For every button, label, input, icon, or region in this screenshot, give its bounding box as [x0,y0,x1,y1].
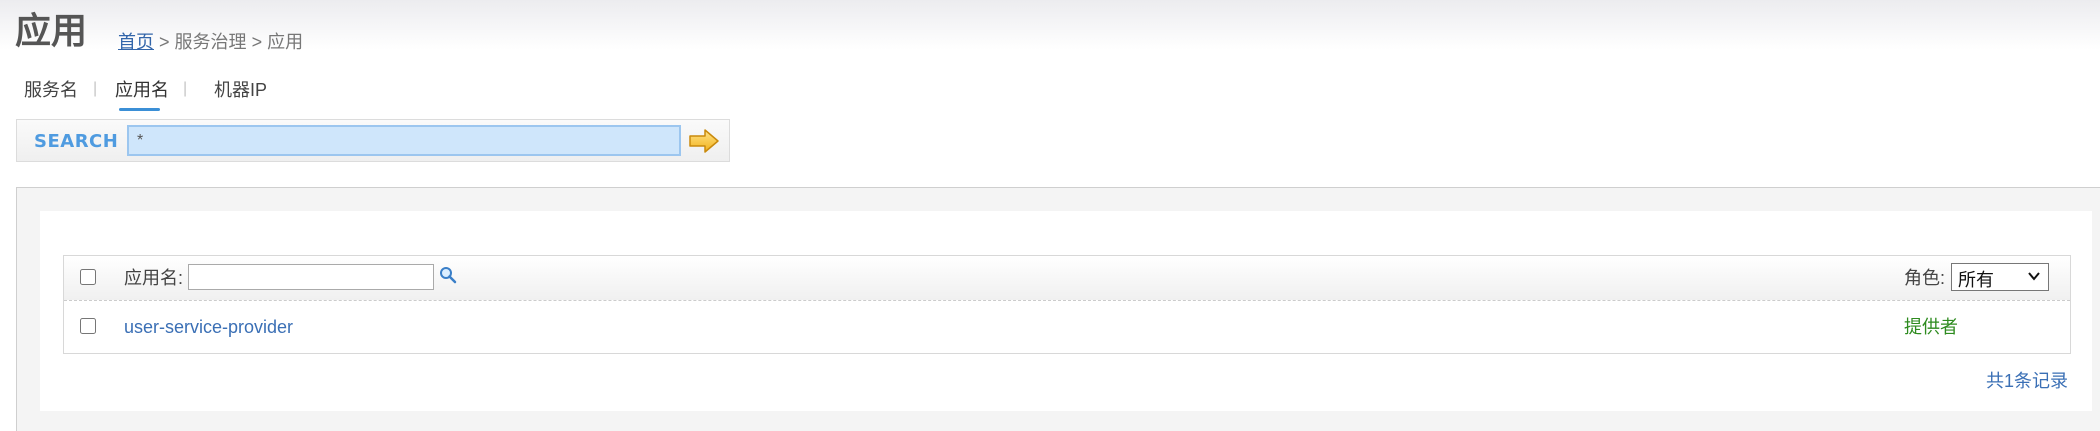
select-all-checkbox[interactable] [80,269,96,285]
search-bar: SEARCH [16,119,730,162]
tab-separator: | [93,80,98,97]
header-band [0,0,2100,50]
breadcrumb-current: 应用 [267,32,304,52]
table-row: user-service-provider 提供者 [64,301,2070,353]
tab-machine-ip[interactable]: 机器IP [214,78,267,102]
search-icon[interactable] [438,265,458,285]
role-value: 提供者 [1904,317,1958,337]
app-link[interactable]: user-service-provider [124,316,293,338]
search-label: SEARCH [34,131,119,152]
app-name-filter-input[interactable] [188,264,434,290]
tab-service-name[interactable]: 服务名 [24,78,78,102]
breadcrumb-separator: > [251,32,263,52]
breadcrumb-home-link[interactable]: 首页 [118,32,154,52]
page-title: 应用 [15,11,88,52]
breadcrumb: 首页 > 服务治理 > 应用 [118,30,303,54]
active-tab-indicator [119,108,160,111]
tab-separator: | [183,80,188,97]
chevron-down-icon [2026,268,2042,284]
app-table: 应用名: 角色: 所有 user-service-provider 提供者 [63,255,2071,354]
breadcrumb-separator: > [159,32,170,52]
tab-app-name[interactable]: 应用名 [115,78,169,102]
row-checkbox[interactable] [80,318,96,334]
app-name-filter-label: 应用名: [124,268,184,288]
role-filter-label: 角色: [1904,268,1946,288]
record-count: 共1条记录 [1986,371,2069,391]
arrow-right-icon[interactable] [687,126,721,156]
table-header: 应用名: 角色: 所有 [64,256,2070,301]
role-select-value: 所有 [1958,270,1994,290]
role-select[interactable]: 所有 [1951,263,2049,291]
breadcrumb-section: 服务治理 [174,32,247,52]
search-input[interactable] [127,125,681,156]
